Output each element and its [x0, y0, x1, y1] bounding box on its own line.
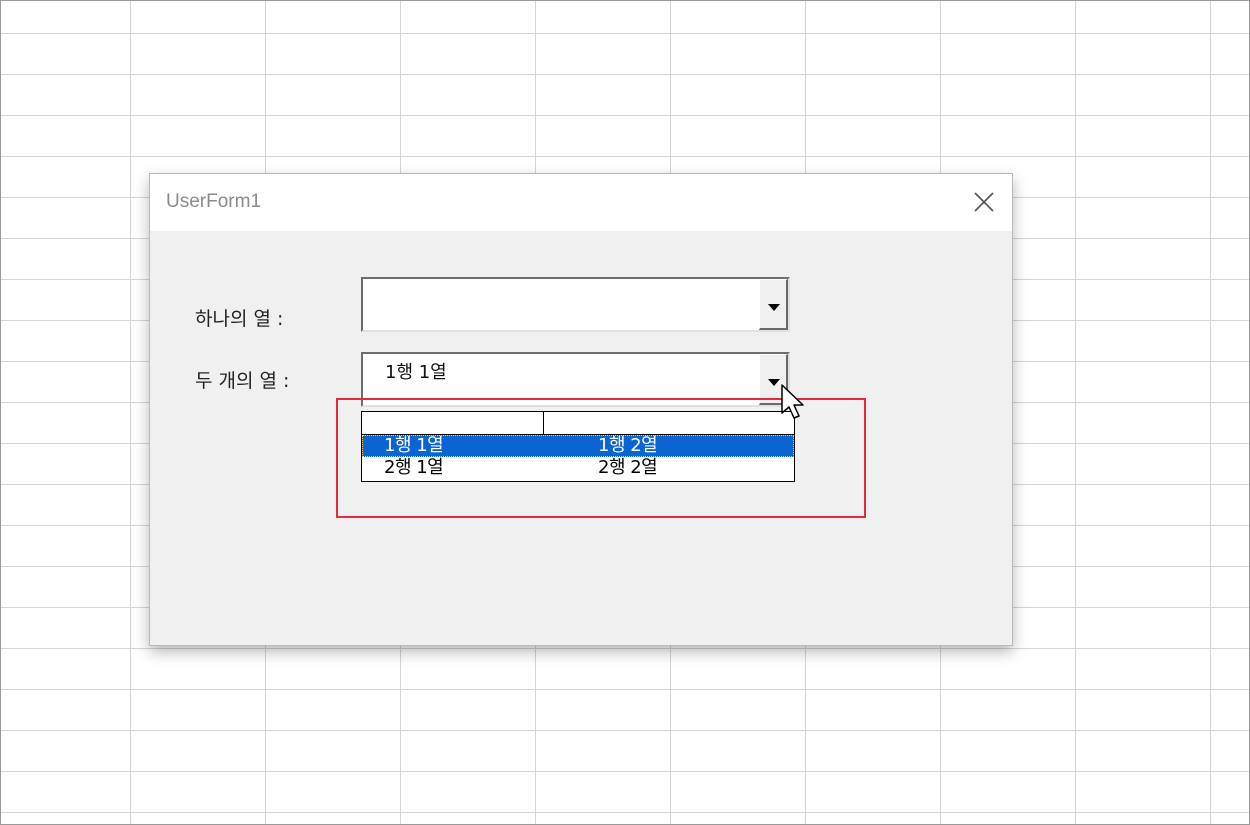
label-one-column: 하나의 열 : [195, 308, 284, 330]
chevron-down-icon [768, 304, 780, 311]
dropdown-column-header [362, 412, 794, 435]
dropdown-cell: 2행 2열 [598, 457, 658, 478]
close-icon [974, 192, 994, 212]
combobox-one-dropdown-button[interactable] [759, 279, 788, 330]
userform-dialog: UserForm1 하나의 열 : 두 개의 열 : 1행 1열 1행 1열 1… [149, 173, 1013, 646]
combobox-two-dropdown-button[interactable] [759, 354, 788, 405]
dropdown-cell: 2행 1열 [384, 457, 444, 478]
label-two-column: 두 개의 열 : [195, 370, 290, 392]
dropdown-column-separator [543, 412, 544, 434]
combobox-one-column[interactable] [361, 277, 790, 332]
combobox-two-value: 1행 1열 [385, 362, 447, 383]
dropdown-row-2[interactable]: 2행 1열 2행 2열 [362, 457, 794, 479]
dropdown-cell: 1행 2열 [598, 435, 658, 456]
dropdown-cell: 1행 1열 [384, 435, 444, 456]
dialog-title: UserForm1 [166, 191, 262, 212]
close-button[interactable] [966, 184, 1002, 220]
dropdown-row-1[interactable]: 1행 1열 1행 2열 [362, 435, 794, 457]
combobox-two-column[interactable]: 1행 1열 [361, 352, 790, 407]
chevron-down-icon [768, 379, 780, 386]
combobox-two-dropdown-list[interactable]: 1행 1열 1행 2열 2행 1열 2행 2열 [361, 411, 795, 482]
dialog-titlebar: UserForm1 [150, 174, 1012, 231]
